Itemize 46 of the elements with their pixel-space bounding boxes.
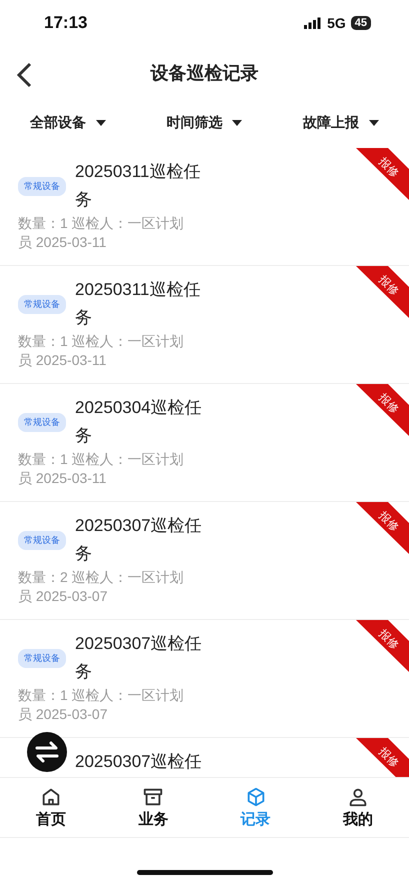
record-item[interactable]: 常规设备 20250311巡检任务 数量：1 巡检人：一区计划员 2025-03-11 报修 — [0, 266, 409, 384]
swap-button[interactable] — [27, 732, 67, 772]
record-item[interactable]: 常规设备 20250311巡检任务 数量：1 巡检人：一区计划员 2025-03-11 报修 — [0, 148, 409, 266]
filter-dropdown[interactable]: 故障上报 — [298, 110, 383, 136]
network-label: 5G — [327, 15, 346, 31]
archive-icon — [142, 786, 164, 808]
battery-level: 45 — [350, 16, 371, 30]
record-item[interactable]: 常规设备 20250307巡检任务 数量：1 巡检人：一区计划员 2025-03-07 报修 — [0, 620, 409, 738]
filter-dropdown[interactable]: 时间筛选 — [162, 110, 246, 136]
signal-icon — [304, 17, 322, 29]
record-title: 20250307巡检任务 — [75, 633, 203, 683]
record-title: 20250311巡检任务 — [75, 279, 202, 329]
record-title: 20250311巡检任务 — [75, 161, 202, 211]
category-tag: 常规设备 — [18, 412, 66, 432]
repair-ribbon: 报修 — [356, 384, 409, 436]
record-details: 数量：2 巡检人：一区计划员 2025-03-07 — [18, 568, 185, 606]
category-tag: 常规设备 — [18, 176, 66, 196]
record-details: 数量：1 巡检人：一区计划员 2025-03-07 — [18, 686, 185, 724]
caret-icon — [232, 120, 242, 126]
record-details: 数量：1 巡检人：一区计划员 2025-03-11 — [18, 214, 185, 252]
repair-ribbon: 报修 — [356, 266, 409, 318]
category-tag: 常规设备 — [18, 648, 66, 668]
nav-tab[interactable]: 业务 — [102, 778, 204, 837]
category-tag: 常规设备 — [18, 530, 66, 550]
nav-tab[interactable]: 我的 — [306, 778, 409, 837]
record-title: 20250304巡检任务 — [75, 397, 203, 447]
repair-ribbon: 报修 — [356, 738, 409, 777]
category-tag: 常规设备 — [18, 294, 66, 314]
repair-ribbon: 报修 — [356, 502, 409, 554]
caret-icon — [96, 120, 106, 126]
swap-icon — [34, 741, 60, 763]
back-icon — [14, 62, 34, 88]
record-details: 数量：1 巡检人：一区计划员 2025-03-11 — [18, 450, 185, 488]
nav-tab[interactable]: 首页 — [0, 778, 102, 837]
record-item[interactable]: 常规设备 20250307巡检任务 数量：2 巡检人：一区计划员 2025-03-07 报修 — [0, 502, 409, 620]
home-icon — [40, 786, 62, 808]
record-item[interactable]: 常规设备 20250304巡检任务 数量：1 巡检人：一区计划员 2025-03-11 报修 — [0, 384, 409, 502]
caret-icon — [368, 120, 379, 126]
record-details: 数量：1 巡检人：一区计划员 2025-03-11 — [18, 332, 185, 370]
filter-dropdown[interactable]: 全部设备 — [26, 110, 110, 136]
record-title: 20250307巡检任务 — [75, 515, 203, 565]
page-title: 设备巡检记录 — [150, 62, 258, 85]
record-title: 20250307巡检任 — [75, 751, 203, 773]
repair-ribbon: 报修 — [356, 620, 409, 672]
repair-ribbon: 报修 — [356, 148, 409, 200]
status-time: 17:13 — [44, 13, 88, 33]
